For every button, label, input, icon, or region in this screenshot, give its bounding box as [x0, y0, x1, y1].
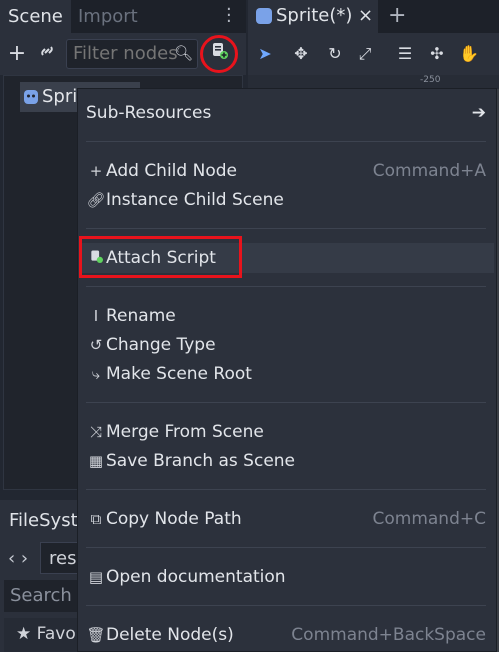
menu-item-delete-nodes[interactable]: 🗑︎Delete Node(s) Command+BackSpace [86, 621, 486, 649]
plus-icon: + [7, 41, 27, 66]
menu-item-label: Add Child Node [106, 161, 237, 181]
menu-separator [86, 605, 486, 606]
nav-back-forward-icon[interactable]: ‹ › [8, 548, 28, 569]
scale-mode-icon[interactable]: ⤢ [354, 43, 376, 65]
menu-item-label: Rename [106, 306, 176, 326]
star-icon: ★ [16, 624, 32, 644]
close-icon[interactable]: × [358, 5, 373, 26]
tab-scene[interactable]: Scene [0, 0, 71, 33]
menu-separator [86, 141, 486, 142]
pivot-icon[interactable]: ✣ [426, 43, 448, 65]
editor-tabs: Sprite(*) × + [248, 0, 499, 33]
scene-root-icon: ⤷ [91, 365, 101, 383]
menu-separator [86, 547, 486, 548]
menu-separator [86, 402, 486, 403]
doc-icon: ▤ [88, 568, 104, 586]
plus-icon: + [89, 162, 103, 180]
tab-import[interactable]: Import [70, 0, 146, 33]
ruler-label: -250 [420, 75, 441, 85]
menu-item-open-documentation[interactable]: ▤ Open documentation [86, 563, 486, 591]
add-node-button[interactable]: + [4, 41, 30, 67]
rename-icon: I [93, 307, 99, 325]
menu-item-label: Copy Node Path [106, 509, 242, 529]
menu-separator [86, 489, 486, 490]
attach-script-highlight-circle [200, 35, 238, 73]
rotate-mode-icon[interactable]: ↻ [324, 43, 346, 65]
filter-nodes-field[interactable]: 🔍︎ [66, 39, 198, 69]
menu-separator [86, 286, 486, 287]
new-scene-tab-button[interactable]: + [388, 3, 406, 28]
merge-icon: ⤨ [89, 423, 102, 441]
menu-item-rename[interactable]: I Rename [86, 302, 486, 330]
copy-path-icon: ⧉ [90, 510, 102, 528]
scene-dock-tabs: Scene Import · · · [0, 0, 246, 33]
list-select-icon[interactable]: ☰ [394, 43, 416, 65]
filter-nodes-input[interactable] [73, 43, 177, 64]
filesystem-dock: FileSystem ‹ › res Search f ★ Favo [0, 500, 106, 652]
menu-item-merge-from-scene[interactable]: ⤨ Merge From Scene [86, 418, 486, 446]
scene-tab-label: Sprite(*) [276, 5, 353, 26]
move-mode-icon[interactable]: ✥ [290, 43, 312, 65]
arrow-right-icon: ➔ [471, 103, 486, 123]
menu-item-make-scene-root[interactable]: ⤷ Make Scene Root [86, 360, 486, 388]
menu-item-shortcut: Command+A [372, 161, 486, 181]
menu-item-add-child-node[interactable]: + Add Child Node Command+A [86, 157, 486, 185]
horizontal-ruler: -250 [248, 75, 499, 89]
menu-item-shortcut: Command+BackSpace [291, 625, 486, 645]
favorites-label: Favo [36, 624, 76, 644]
menu-item-label: Merge From Scene [106, 422, 264, 442]
menu-item-shortcut: Command+C [372, 509, 487, 529]
tab-sprite-scene[interactable]: Sprite(*) × [248, 0, 378, 33]
menu-item-label: Sub-Resources [86, 103, 212, 123]
menu-item-change-type[interactable]: ↺ Change Type [86, 331, 486, 359]
pan-mode-icon[interactable]: ✋ [458, 43, 480, 65]
rotate-icon: ↺ [89, 336, 103, 354]
menu-separator [86, 228, 486, 229]
menu-item-label: Make Scene Root [106, 364, 252, 384]
trash-icon: 🗑︎ [86, 626, 106, 644]
kebab-menu-icon[interactable]: · · · [226, 1, 232, 31]
select-mode-icon[interactable]: ➤ [254, 43, 276, 65]
link-icon: 🔗︎ [86, 191, 106, 209]
menu-item-label: Delete Node(s) [106, 625, 234, 645]
menu-item-label: Instance Child Scene [106, 190, 284, 210]
sprite-scene-icon [256, 8, 272, 24]
node-context-menu: Sub-Resources ➔ + Add Child Node Command+… [77, 88, 497, 652]
menu-item-label: Open documentation [106, 567, 286, 587]
save-branch-icon: ▦ [88, 452, 104, 470]
menu-item-copy-node-path[interactable]: ⧉ Copy Node Path Command+C [86, 505, 486, 533]
menu-item-save-branch-as-scene[interactable]: ▦ Save Branch as Scene [86, 447, 486, 475]
menu-item-sub-resources[interactable]: Sub-Resources ➔ [86, 99, 486, 127]
link-icon [41, 46, 53, 56]
editor-toolbar: ➤ ✥ ↻ ⤢ ☰ ✣ ✋ [248, 33, 499, 75]
menu-item-label: Change Type [106, 335, 216, 355]
search-icon: 🔍︎ [173, 44, 193, 62]
menu-item-label: Save Branch as Scene [106, 451, 296, 471]
sprite-node-icon [24, 90, 38, 104]
menu-item-instance-child-scene[interactable]: 🔗︎Instance Child Scene [86, 186, 486, 214]
instance-scene-button[interactable] [34, 41, 60, 67]
attach-script-highlight-box [79, 236, 242, 278]
